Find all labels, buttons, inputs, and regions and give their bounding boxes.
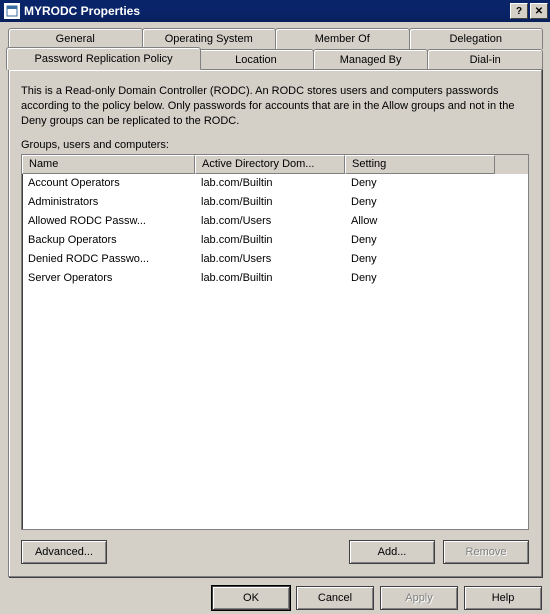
table-row[interactable]: Backup Operatorslab.com/BuiltinDeny — [22, 231, 528, 250]
panel-button-row: Advanced... Add... Remove — [21, 540, 529, 564]
add-button[interactable]: Add... — [349, 540, 435, 564]
column-header-setting[interactable]: Setting — [345, 155, 495, 174]
ok-button[interactable]: OK — [212, 586, 290, 610]
table-row[interactable]: Allowed RODC Passw...lab.com/UsersAllow — [22, 212, 528, 231]
listview-body: Account Operatorslab.com/BuiltinDenyAdmi… — [22, 174, 528, 529]
table-row[interactable]: Denied RODC Passwo...lab.com/UsersDeny — [22, 250, 528, 269]
close-button[interactable]: ✕ — [530, 3, 548, 19]
cell-setting: Deny — [345, 177, 495, 189]
tab-general[interactable]: General — [8, 28, 143, 49]
tab-location[interactable]: Location — [198, 49, 314, 70]
window-title: MYRODC Properties — [24, 4, 508, 18]
list-label: Groups, users and computers: — [21, 139, 529, 151]
dialog-button-row: OK Cancel Apply Help — [8, 586, 542, 610]
system-icon — [4, 3, 20, 19]
advanced-button[interactable]: Advanced... — [21, 540, 107, 564]
titlebar: MYRODC Properties ? ✕ — [0, 0, 550, 22]
help-button[interactable]: ? — [510, 3, 528, 19]
cell-domain: lab.com/Builtin — [195, 272, 345, 284]
table-row[interactable]: Account Operatorslab.com/BuiltinDeny — [22, 174, 528, 193]
cell-domain: lab.com/Builtin — [195, 177, 345, 189]
tab-managed-by[interactable]: Managed By — [313, 49, 429, 70]
cell-setting: Deny — [345, 234, 495, 246]
cell-domain: lab.com/Builtin — [195, 196, 345, 208]
description-text: This is a Read-only Domain Controller (R… — [21, 84, 529, 129]
tab-delegation[interactable]: Delegation — [409, 28, 544, 49]
cell-name: Server Operators — [22, 272, 195, 284]
listview-header: Name Active Directory Dom... Setting — [22, 155, 528, 174]
tab-panel: This is a Read-only Domain Controller (R… — [8, 69, 542, 577]
cell-domain: lab.com/Users — [195, 215, 345, 227]
cell-setting: Deny — [345, 253, 495, 265]
tab-strip: General Operating System Member Of Deleg… — [8, 28, 542, 578]
table-row[interactable]: Server Operatorslab.com/BuiltinDeny — [22, 269, 528, 288]
tab-operating-system[interactable]: Operating System — [142, 28, 277, 49]
cell-setting: Deny — [345, 196, 495, 208]
tab-password-replication-policy[interactable]: Password Replication Policy — [6, 47, 201, 70]
cell-setting: Deny — [345, 272, 495, 284]
cell-domain: lab.com/Builtin — [195, 234, 345, 246]
tab-dial-in[interactable]: Dial-in — [427, 49, 543, 70]
cell-domain: lab.com/Users — [195, 253, 345, 265]
apply-button[interactable]: Apply — [380, 586, 458, 610]
cell-name: Denied RODC Passwo... — [22, 253, 195, 265]
cell-name: Administrators — [22, 196, 195, 208]
cancel-button[interactable]: Cancel — [296, 586, 374, 610]
help-button-dialog[interactable]: Help — [464, 586, 542, 610]
cell-name: Allowed RODC Passw... — [22, 215, 195, 227]
remove-button[interactable]: Remove — [443, 540, 529, 564]
cell-name: Account Operators — [22, 177, 195, 189]
tab-member-of[interactable]: Member Of — [275, 28, 410, 49]
column-header-domain[interactable]: Active Directory Dom... — [195, 155, 345, 174]
cell-setting: Allow — [345, 215, 495, 227]
cell-name: Backup Operators — [22, 234, 195, 246]
window-body: General Operating System Member Of Deleg… — [0, 22, 550, 614]
table-row[interactable]: Administratorslab.com/BuiltinDeny — [22, 193, 528, 212]
policy-listview[interactable]: Name Active Directory Dom... Setting Acc… — [21, 154, 529, 530]
column-header-name[interactable]: Name — [22, 155, 195, 174]
